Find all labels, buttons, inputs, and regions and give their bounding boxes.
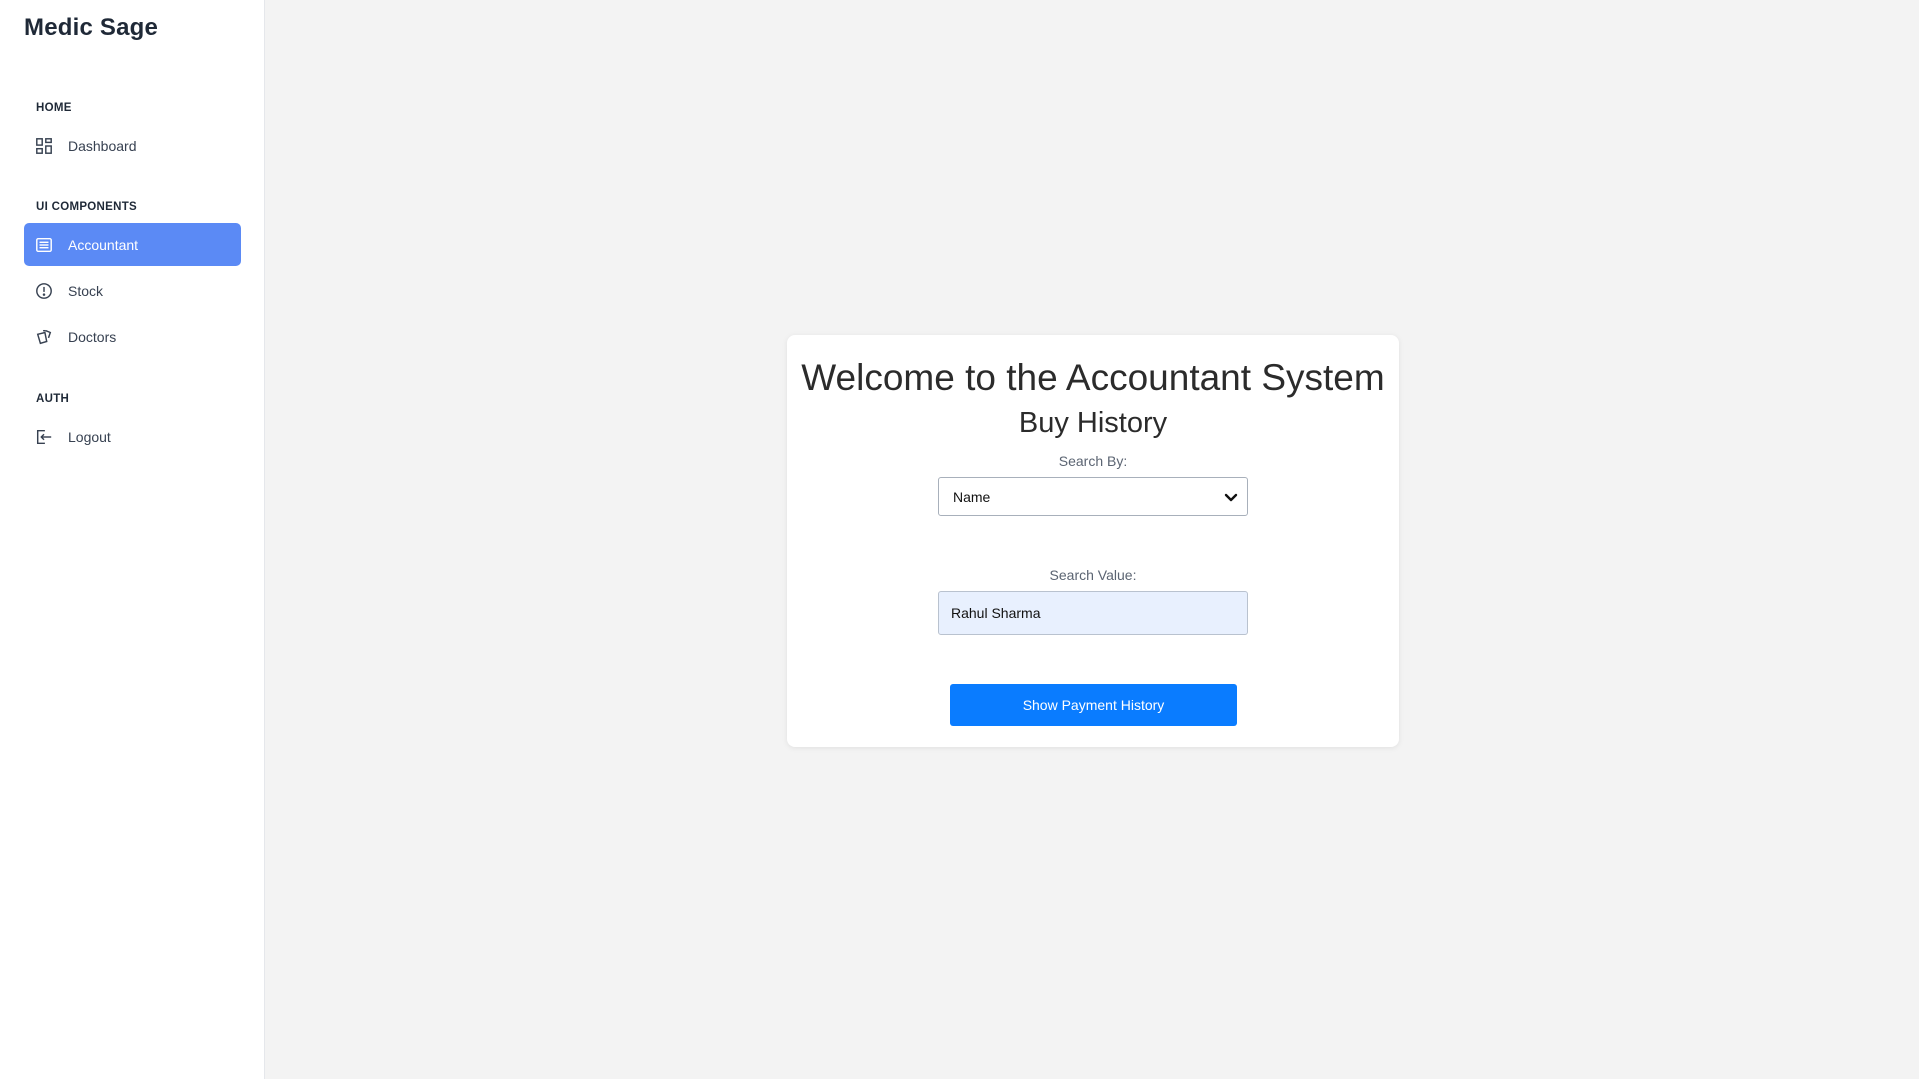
show-payment-history-button[interactable]: Show Payment History bbox=[950, 684, 1237, 726]
sidebar-item-label: Logout bbox=[68, 428, 111, 445]
sidebar-item-label: Dashboard bbox=[68, 137, 137, 154]
chevron-down-icon bbox=[1224, 493, 1238, 502]
sidebar-section-home: HOME bbox=[36, 102, 72, 114]
page-title: Welcome to the Accountant System bbox=[801, 357, 1385, 398]
logout-icon bbox=[34, 427, 54, 447]
search-by-label: Search By: bbox=[1058, 453, 1128, 469]
sidebar-item-stock[interactable]: Stock bbox=[24, 269, 241, 312]
sidebar-section-ui-components: UI COMPONENTS bbox=[36, 201, 138, 213]
sidebar-item-label: Doctors bbox=[68, 328, 117, 345]
list-document-icon bbox=[34, 235, 54, 255]
sidebar-item-doctors[interactable]: Doctors bbox=[24, 315, 241, 358]
sidebar: Medic Sage HOME Dashboard UI COMPONENTS … bbox=[0, 0, 265, 1079]
dashboard-grid-icon bbox=[34, 136, 54, 156]
page-subtitle: Buy History bbox=[1018, 407, 1168, 439]
brand-logo[interactable]: Medic Sage bbox=[24, 14, 158, 42]
search-by-selected-value: Name bbox=[953, 488, 991, 505]
search-value-text: Rahul Sharma bbox=[951, 605, 1041, 621]
sidebar-section-auth: AUTH bbox=[36, 393, 70, 405]
alert-circle-icon bbox=[34, 281, 54, 301]
cards-icon bbox=[34, 327, 54, 347]
accountant-card: Welcome to the Accountant System Buy His… bbox=[787, 335, 1399, 747]
sidebar-item-accountant[interactable]: Accountant bbox=[24, 223, 241, 266]
search-value-input[interactable]: Rahul Sharma bbox=[938, 591, 1248, 635]
sidebar-item-label: Accountant bbox=[68, 236, 139, 253]
sidebar-item-dashboard[interactable]: Dashboard bbox=[24, 124, 241, 167]
sidebar-item-label: Stock bbox=[68, 282, 104, 299]
search-by-select[interactable]: Name bbox=[938, 477, 1248, 516]
sidebar-item-logout[interactable]: Logout bbox=[24, 415, 241, 458]
search-value-label: Search Value: bbox=[1049, 567, 1137, 583]
